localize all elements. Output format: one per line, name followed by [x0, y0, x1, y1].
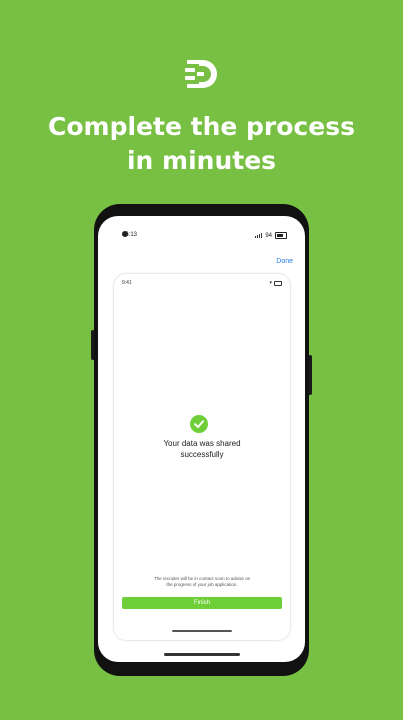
result-sheet: 9:41 ▾ Your data was shared successfully… [114, 274, 290, 640]
success-line-2: successfully [180, 450, 224, 459]
done-button[interactable]: Done [276, 258, 293, 265]
sheet-status-icons: ▾ [269, 280, 282, 286]
status-icons: 94 [255, 232, 287, 239]
recruiter-note: The recruiter will be in contact soon to… [122, 576, 282, 588]
finish-button[interactable]: Finish [122, 597, 282, 609]
status-bar: 16:13 94 [98, 230, 305, 242]
note-line-2: the progress of your job application. [166, 582, 238, 587]
sheet-status-bar: 9:41 ▾ [122, 280, 282, 286]
home-indicator [164, 653, 240, 656]
phone-screen: 16:13 94 Done 9:41 ▾ Your data was share… [98, 216, 305, 662]
sheet-home-indicator [172, 630, 232, 632]
success-check-icon [190, 415, 208, 433]
status-time: 16:13 [122, 232, 138, 238]
phone-mockup: 16:13 94 Done 9:41 ▾ Your data was share… [94, 204, 309, 676]
signal-icon [255, 233, 263, 238]
headline-line-1: Complete the process [48, 112, 355, 141]
headline: Complete the process in minutes [0, 110, 403, 178]
success-line-1: Your data was shared [163, 439, 241, 448]
app-logo-icon [185, 60, 217, 88]
sheet-battery-icon [274, 280, 282, 286]
battery-icon [275, 232, 287, 239]
sheet-status-time: 9:41 [122, 280, 132, 286]
headline-line-2: in minutes [126, 146, 277, 175]
sheet-wifi-icon: ▾ [269, 280, 272, 286]
success-message: Your data was shared successfully [128, 438, 276, 460]
battery-percent: 94 [265, 232, 272, 239]
